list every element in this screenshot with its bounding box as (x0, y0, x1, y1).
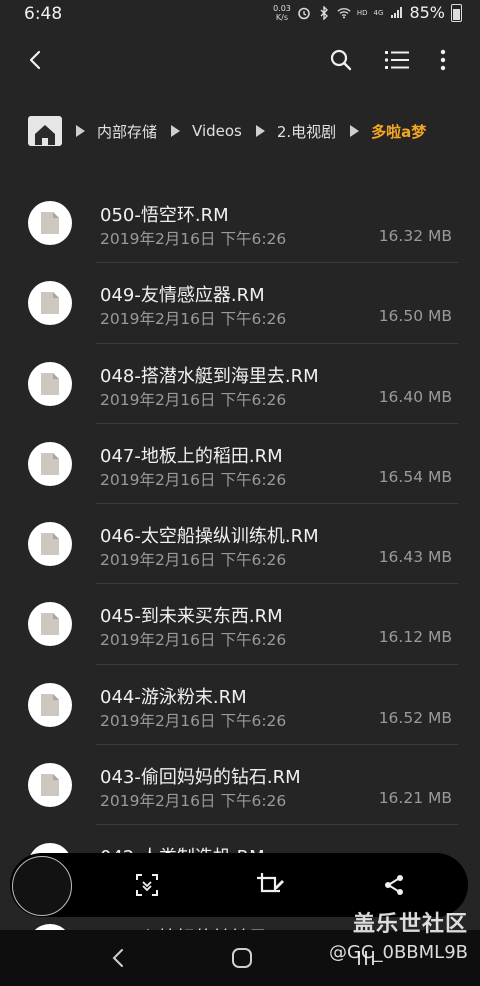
crumb-separator-icon (76, 125, 85, 137)
file-date: 2019年2月16日 下午6:26 (100, 310, 287, 329)
file-date: 2019年2月16日 下午6:26 (100, 230, 287, 248)
file-size: 16.52 MB (378, 708, 452, 727)
battery-icon (451, 3, 462, 22)
nav-back-icon (112, 949, 123, 967)
file-icon (41, 212, 59, 234)
action-bar (0, 32, 480, 90)
crop-edit-icon (257, 873, 284, 893)
file-icon (41, 613, 59, 636)
alarm-icon (298, 7, 310, 19)
file-thumbnail (28, 281, 72, 326)
bluetooth-icon (320, 5, 328, 20)
file-thumbnail (28, 441, 72, 486)
nav-back-button[interactable] (98, 940, 138, 976)
file-date: 2019年2月16日 下午6:26 (100, 792, 287, 811)
file-date: 2019年2月16日 下午6:26 (100, 470, 287, 489)
file-name: 049-友情感应器.RM (100, 285, 265, 307)
file-name: 047-地板上的稻田.RM (100, 445, 283, 467)
file-row[interactable]: 049-友情感应器.RM 2019年2月16日 下午6:26 16.50 MB (0, 263, 480, 344)
net-speed: 0.03 K/s (273, 4, 291, 22)
file-name: 046-太空船操纵训练机.RM (100, 526, 319, 548)
file-row[interactable]: 046-太空船操纵训练机.RM 2019年2月16日 下午6:26 16.43 … (0, 504, 480, 585)
file-name: 048-搭潜水艇到海里去.RM (100, 365, 319, 387)
file-icon (41, 533, 59, 556)
watermark-title: 盖乐世社区 (352, 912, 468, 937)
file-icon (41, 774, 59, 797)
file-thumbnail (28, 602, 72, 647)
file-date: 2019年2月16日 下午6:26 (100, 711, 287, 730)
share-button[interactable] (374, 865, 414, 905)
file-size: 16.50 MB (378, 307, 452, 326)
file-size: 16.54 MB (378, 467, 452, 486)
list-icon (385, 51, 409, 69)
file-date: 2019年2月16日 下午6:26 (100, 631, 287, 650)
crumb-separator-icon (350, 125, 360, 137)
file-icon (41, 693, 59, 716)
chevron-left-icon (29, 50, 41, 70)
file-name: 044-游泳粉末.RM (100, 686, 247, 708)
file-row[interactable]: 050-悟空环.RM 2019年2月16日 下午6:26 16.32 MB (0, 183, 480, 264)
file-date: 2019年2月16日 下午6:26 (100, 551, 287, 570)
status-bar: 6:48 0.03 K/s HD 4G 85% (0, 0, 480, 28)
status-icons: 0.03 K/s HD 4G 85% (273, 3, 462, 22)
net-speed-unit: K/s (275, 12, 289, 22)
breadcrumb-current: 多啦a梦 (371, 122, 427, 141)
file-size: 16.40 MB (378, 387, 452, 406)
file-thumbnail (28, 682, 72, 727)
file-name: 045-到未来买东西.RM (100, 606, 283, 628)
screenshot-thumbnail[interactable] (12, 856, 72, 916)
file-date: 2019年2月16日 下午6:26 (100, 390, 287, 409)
home-icon (35, 125, 55, 145)
scroll-capture-button[interactable] (127, 865, 167, 905)
file-icon (41, 292, 59, 315)
file-size: 16.43 MB (378, 548, 452, 567)
breadcrumb-item-tv-series[interactable]: 2.电视剧 (277, 121, 336, 142)
file-row[interactable]: 043-偷回妈妈的钻石.RM 2019年2月16日 下午6:26 16.21 M… (0, 745, 480, 826)
scroll-capture-icon (136, 874, 158, 896)
file-name: 043-偷回妈妈的钻石.RM (100, 767, 301, 789)
list-view-button[interactable] (377, 40, 417, 80)
status-time: 6:48 (24, 4, 63, 24)
share-icon (385, 875, 403, 895)
file-icon (41, 452, 59, 475)
breadcrumb-item-internal-storage[interactable]: 内部存储 (97, 121, 157, 142)
nav-home-button[interactable] (222, 940, 262, 976)
battery-percent: 85% (409, 3, 445, 22)
file-row[interactable]: 047-地板上的稻田.RM 2019年2月16日 下午6:26 16.54 MB (0, 424, 480, 505)
search-icon (330, 49, 352, 71)
more-options-button[interactable] (423, 40, 463, 80)
file-name: 050-悟空环.RM (100, 205, 229, 226)
file-size: 16.32 MB (378, 227, 452, 245)
file-row[interactable]: 045-到未来买东西.RM 2019年2月16日 下午6:26 16.12 MB (0, 584, 480, 665)
crumb-separator-icon (255, 125, 265, 137)
file-thumbnail (28, 522, 72, 567)
crumb-separator-icon (171, 125, 181, 137)
file-thumbnail (28, 763, 72, 808)
file-row[interactable]: 044-游泳粉末.RM 2019年2月16日 下午6:26 16.52 MB (0, 665, 480, 746)
crop-edit-button[interactable] (250, 865, 290, 905)
home-button[interactable] (28, 116, 62, 146)
watermark-user: @GC_0BBML9B (328, 942, 468, 963)
more-vert-icon (440, 49, 446, 71)
file-size: 16.21 MB (378, 789, 452, 808)
file-row[interactable]: 048-搭潜水艇到海里去.RM 2019年2月16日 下午6:26 16.40 … (0, 344, 480, 424)
nav-home-icon (232, 948, 252, 968)
file-icon (41, 372, 59, 395)
search-button[interactable] (321, 40, 361, 80)
signal-icon (391, 6, 403, 18)
breadcrumb-item-videos[interactable]: Videos (192, 122, 242, 140)
breadcrumb: 内部存储 Videos 2.电视剧 多啦a梦 (28, 112, 440, 150)
net-speed-value: 0.03 (273, 3, 291, 13)
back-button[interactable] (16, 40, 56, 80)
network-type: 4G (373, 8, 384, 17)
hd-label: HD (356, 8, 368, 17)
wifi-icon (337, 7, 351, 18)
file-size: 16.12 MB (378, 628, 452, 647)
file-thumbnail (28, 201, 72, 245)
file-thumbnail (28, 361, 72, 406)
